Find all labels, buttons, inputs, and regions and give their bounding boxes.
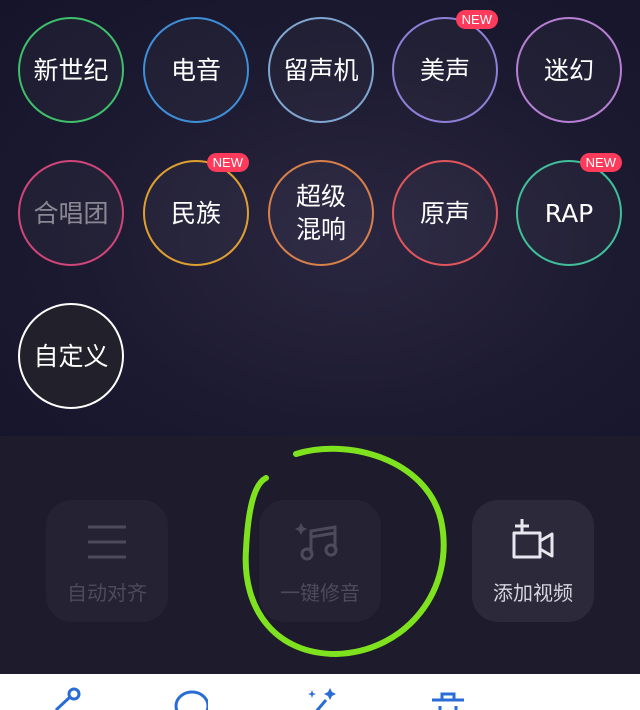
one-click-tune-button[interactable]: 一键修音 bbox=[259, 500, 381, 622]
effect-psychedelic[interactable]: 迷幻 bbox=[516, 17, 622, 123]
effect-folk[interactable]: 民族 NEW bbox=[143, 153, 249, 266]
align-lines-icon bbox=[88, 525, 126, 558]
auto-align-button[interactable]: 自动对齐 bbox=[46, 500, 168, 622]
magic-wand-icon[interactable] bbox=[304, 686, 340, 710]
effect-label: 电音 bbox=[170, 55, 221, 85]
effect-rap[interactable]: RAP NEW bbox=[516, 153, 622, 266]
music-note-sparkle-icon bbox=[295, 522, 338, 560]
effect-label: RAP bbox=[544, 198, 594, 228]
effect-custom[interactable]: 自定义 bbox=[18, 303, 124, 409]
effect-phonograph[interactable]: 留声机 bbox=[268, 17, 374, 123]
effects-panel: 新世纪 电音 留声机 美声 NEW 迷幻 合唱团 民族 NEW 超级 混响 原声… bbox=[0, 0, 640, 436]
effect-label: 迷幻 bbox=[543, 55, 594, 85]
effect-label: 美声 bbox=[419, 55, 470, 85]
effect-bel-canto[interactable]: 美声 NEW bbox=[392, 10, 498, 123]
effect-label: 自定义 bbox=[33, 341, 109, 371]
bottom-toolbar bbox=[0, 674, 640, 710]
tools-panel: 自动对齐 一键修音 添加视频 bbox=[0, 436, 640, 674]
effect-electronic[interactable]: 电音 bbox=[143, 17, 249, 123]
effect-label: 民族 bbox=[170, 198, 221, 228]
effect-label: 留声机 bbox=[283, 55, 359, 85]
effect-choir[interactable]: 合唱团 bbox=[18, 160, 124, 266]
new-badge: NEW bbox=[206, 153, 249, 172]
new-badge: NEW bbox=[579, 153, 622, 172]
effect-label: 原声 bbox=[419, 198, 470, 228]
add-video-button[interactable]: 添加视频 bbox=[472, 500, 594, 622]
trash-icon[interactable] bbox=[430, 686, 466, 710]
add-video-icon bbox=[512, 518, 554, 558]
more-icon[interactable] bbox=[556, 686, 592, 710]
tune-icon[interactable] bbox=[172, 686, 208, 710]
effect-original[interactable]: 原声 bbox=[392, 160, 498, 266]
share-icon[interactable] bbox=[48, 686, 84, 710]
effect-label: 新世纪 bbox=[33, 55, 109, 85]
new-badge: NEW bbox=[455, 10, 498, 29]
auto-align-label: 自动对齐 bbox=[67, 580, 147, 605]
effect-new-century[interactable]: 新世纪 bbox=[18, 17, 124, 123]
add-video-label: 添加视频 bbox=[493, 580, 573, 605]
effect-label: 合唱团 bbox=[33, 198, 109, 228]
one-click-tune-label: 一键修音 bbox=[280, 580, 360, 605]
effect-super-reverb[interactable]: 超级 混响 bbox=[268, 160, 374, 266]
effect-label: 超级 混响 bbox=[295, 182, 346, 244]
